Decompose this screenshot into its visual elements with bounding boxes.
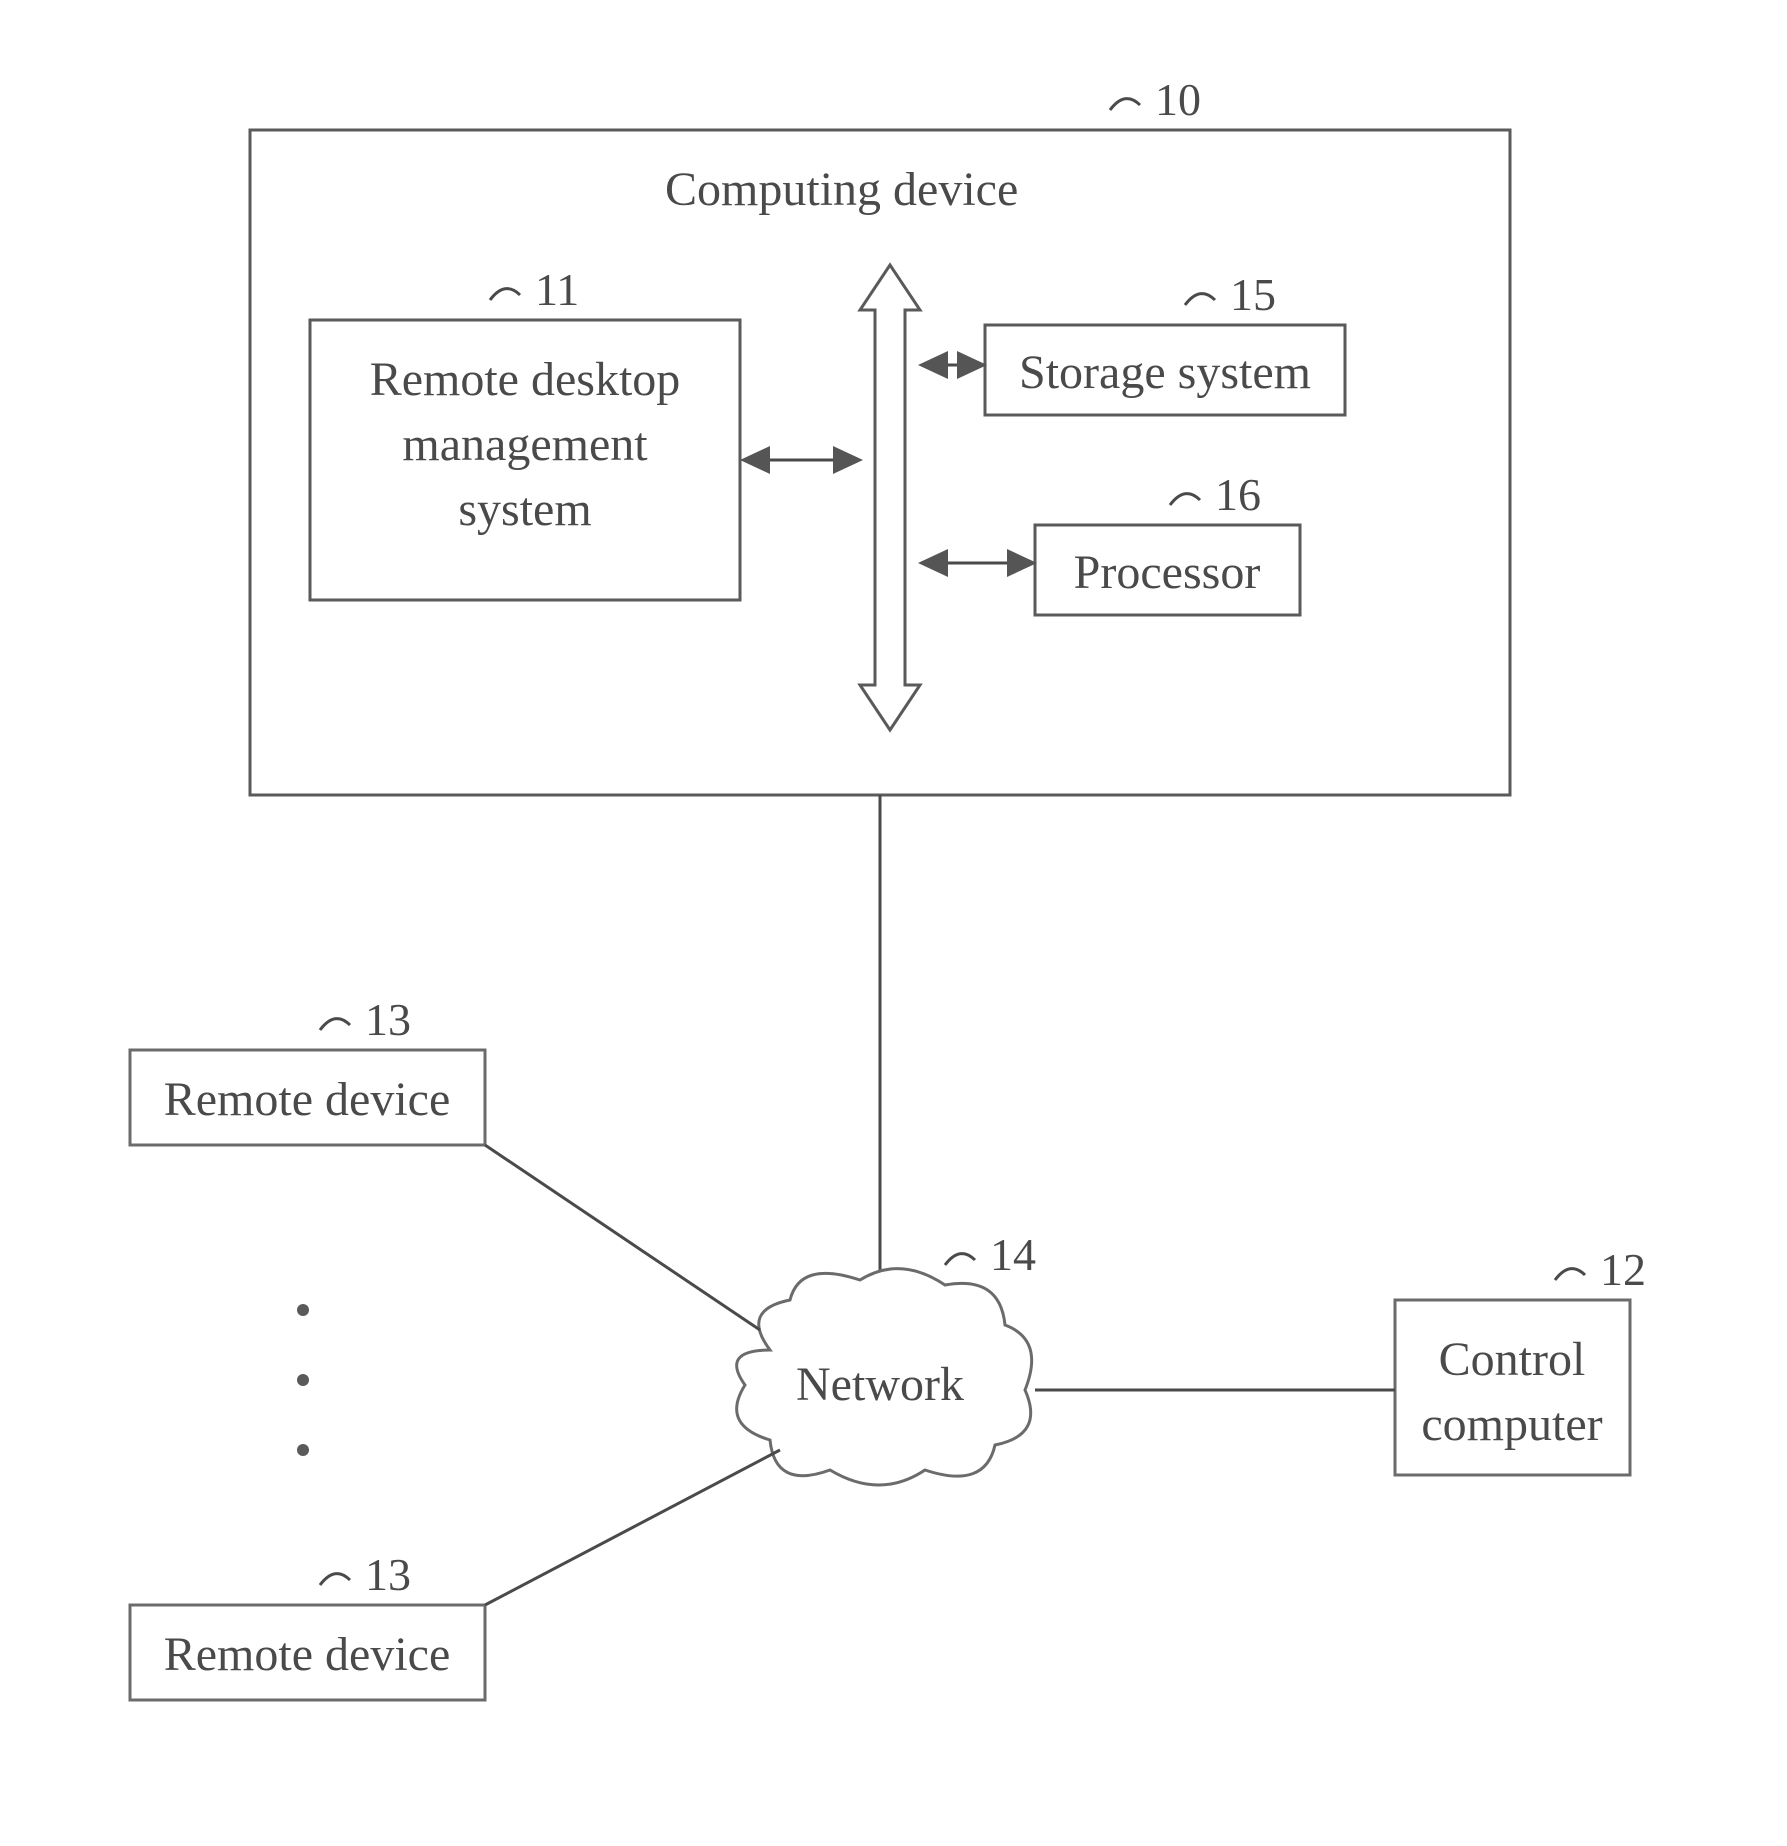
- computing-device-title: Computing device: [665, 163, 1018, 216]
- storage-system-label: Storage system: [1019, 346, 1311, 399]
- link-remote-top-network: [485, 1145, 760, 1330]
- remote-device-bottom-label: Remote device: [164, 1628, 451, 1681]
- link-remote-bottom-network: [485, 1450, 780, 1605]
- ref-13-bottom: 13: [365, 1549, 411, 1600]
- ref-leader-12: [1555, 1269, 1585, 1280]
- ref-13-top: 13: [365, 994, 411, 1045]
- ref-11: 11: [535, 264, 579, 315]
- ref-12: 12: [1600, 1244, 1646, 1295]
- ref-16: 16: [1215, 469, 1261, 520]
- ref-leader-13-bottom: [320, 1574, 350, 1585]
- network-cloud: Network: [737, 1269, 1032, 1485]
- network-label: Network: [796, 1358, 964, 1411]
- ellipsis-dots: [297, 1304, 309, 1456]
- rdm-line1: Remote desktop: [370, 353, 681, 406]
- remote-device-top-label: Remote device: [164, 1073, 451, 1126]
- rdm-line3: system: [458, 483, 591, 536]
- ref-15: 15: [1230, 269, 1276, 320]
- ref-14: 14: [990, 1229, 1036, 1280]
- architecture-diagram: Computing device 10 Remote desktop manag…: [0, 0, 1787, 1846]
- rdm-line2: management: [402, 418, 648, 471]
- ref-leader-10: [1110, 99, 1140, 110]
- ref-10: 10: [1155, 74, 1201, 125]
- control-computer-line1: Control: [1439, 1333, 1586, 1386]
- processor-label: Processor: [1074, 546, 1261, 599]
- control-computer-line2: computer: [1421, 1398, 1602, 1451]
- ref-leader-13-top: [320, 1019, 350, 1030]
- ref-leader-14: [945, 1254, 975, 1265]
